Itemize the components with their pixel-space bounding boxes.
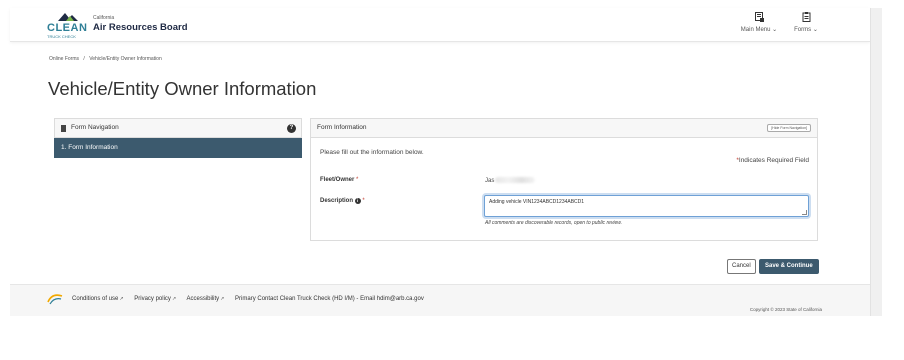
truck-logo-icon: [58, 13, 78, 21]
forms-label: Forms: [794, 27, 812, 33]
hide-form-navigation-button[interactable]: [Hide Form Navigation]: [767, 124, 811, 132]
required-star: *: [356, 177, 359, 183]
form-instructions: Please fill out the information below.: [320, 149, 424, 156]
forms-button[interactable]: Forms ⌄: [784, 12, 828, 33]
forms-icon: [802, 12, 810, 22]
org-title[interactable]: Air Resources Board: [93, 22, 188, 33]
form-nav-item-form-information[interactable]: 1. Form Information: [54, 138, 302, 158]
breadcrumb-online-forms[interactable]: Online Forms: [49, 56, 79, 62]
footer-links: Conditions of use↗ Privacy policy↗ Acces…: [72, 296, 424, 302]
required-star: *: [362, 198, 365, 204]
breadcrumb-current: Vehicle/Entity Owner Information: [89, 56, 162, 62]
form-navigation-title: Form Navigation: [71, 124, 119, 131]
form-navigation-panel: Form Navigation ? 1. Form Information: [54, 118, 302, 167]
breadcrumb-separator: /: [83, 56, 85, 62]
accessibility-label: Accessibility: [186, 296, 220, 302]
form-card-title: Form Information: [317, 124, 367, 131]
accessibility-link[interactable]: Accessibility↗: [186, 296, 224, 302]
conditions-of-use-label: Conditions of use: [72, 296, 119, 302]
required-field-note: *Indicates Required Field: [736, 157, 809, 164]
breadcrumb: Online Forms / Vehicle/Entity Owner Info…: [49, 56, 165, 62]
org-state: California: [93, 15, 115, 21]
conditions-of-use-link[interactable]: Conditions of use↗: [72, 296, 124, 302]
logo-subtext: TRUCK CHECK: [47, 34, 76, 39]
external-link-icon: ↗: [220, 296, 225, 302]
external-link-icon: ↗: [171, 296, 177, 302]
main-menu-icon: [754, 12, 764, 22]
main-menu-label: Main Menu: [740, 27, 771, 33]
description-help-text: All comments are discoverable records, o…: [485, 220, 623, 226]
cancel-button[interactable]: Cancel: [727, 259, 756, 274]
required-note-text: Indicates Required Field: [738, 157, 809, 164]
resize-handle[interactable]: [802, 210, 807, 215]
page-scrollbar[interactable]: [870, 8, 882, 316]
question-icon[interactable]: ?: [287, 124, 296, 133]
main-menu-button[interactable]: Main Menu ⌄: [737, 12, 781, 33]
redacted-text: [495, 177, 536, 183]
info-icon[interactable]: i: [354, 198, 361, 204]
site-header: CLEAN TRUCK CHECK California Air Resourc…: [10, 8, 870, 42]
fleet-owner-label: Fleet/Owner *: [320, 177, 358, 183]
fleet-owner-value-text: Jas: [485, 178, 495, 184]
ca-gov-logo-icon[interactable]: [47, 293, 63, 305]
form-information-card: Form Information [Hide Form Navigation] …: [310, 118, 818, 241]
save-continue-button[interactable]: Save & Continue: [759, 259, 819, 274]
form-card-header: Form Information [Hide Form Navigation]: [311, 119, 817, 138]
clean-truck-check-logo[interactable]: CLEAN TRUCK CHECK: [47, 11, 91, 39]
document-icon: [61, 125, 66, 132]
fleet-owner-value: Jas: [485, 177, 536, 184]
form-nav-item-label: 1. Form Information: [61, 144, 118, 151]
fleet-owner-label-text: Fleet/Owner: [320, 177, 355, 183]
chevron-down-icon: ⌄: [772, 27, 778, 33]
privacy-policy-label: Privacy policy: [134, 296, 171, 302]
form-navigation-header: Form Navigation ?: [54, 118, 302, 138]
page-title: Vehicle/Entity Owner Information: [48, 78, 317, 99]
app-window: CLEAN TRUCK CHECK California Air Resourc…: [10, 8, 870, 316]
external-link-icon: ↗: [119, 296, 124, 302]
copyright-text: Copyright © 2023 State of California: [749, 307, 822, 312]
page: CLEAN TRUCK CHECK California Air Resourc…: [0, 0, 904, 360]
description-label: Description i *: [320, 198, 365, 204]
chevron-down-icon: ⌄: [812, 27, 818, 33]
primary-contact-text: Primary Contact Clean Truck Check (HD I/…: [235, 296, 424, 302]
site-footer: Conditions of use↗ Privacy policy↗ Acces…: [10, 284, 870, 316]
description-field[interactable]: Adding vehicle VIN1234ABCD1234ABCD1: [484, 195, 809, 217]
privacy-policy-link[interactable]: Privacy policy↗: [134, 296, 176, 302]
description-label-text: Description: [320, 198, 354, 204]
logo-text: CLEAN: [47, 22, 88, 34]
